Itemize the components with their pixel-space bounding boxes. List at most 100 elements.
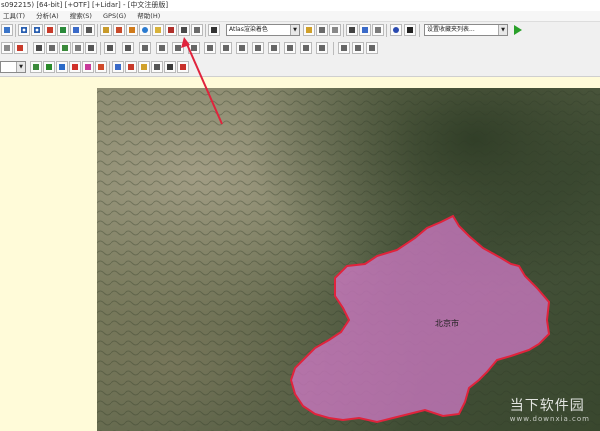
- tool-button-1[interactable]: [1, 42, 13, 54]
- tool-button-14[interactable]: [204, 42, 216, 54]
- feature-button-6[interactable]: [95, 61, 107, 73]
- menu-help[interactable]: 帮助(H): [137, 12, 160, 20]
- feature-button-2[interactable]: [43, 61, 55, 73]
- text-button[interactable]: [346, 24, 358, 36]
- north-button[interactable]: [404, 24, 416, 36]
- tool-button-13[interactable]: [188, 42, 200, 54]
- tool-button-4[interactable]: [46, 42, 58, 54]
- satellite-map-canvas[interactable]: 北京市: [97, 88, 600, 431]
- crosshair-button[interactable]: [390, 24, 402, 36]
- warning-icon: [141, 64, 147, 70]
- tool-button-2[interactable]: [14, 42, 28, 54]
- tool-button-10[interactable]: [139, 42, 151, 54]
- control-center-panel: [0, 77, 97, 431]
- scale-icon: [223, 45, 229, 51]
- feature-button-3[interactable]: [56, 61, 68, 73]
- feature-type-select[interactable]: ▼: [0, 61, 26, 73]
- menu-tools[interactable]: 工具(T): [3, 12, 25, 20]
- tool-button-22[interactable]: [338, 42, 350, 54]
- imagery-settings-button[interactable]: [316, 24, 328, 36]
- edit-button[interactable]: [178, 24, 190, 36]
- flag-icon: [59, 64, 65, 70]
- lines-icon: [167, 64, 173, 70]
- pin-icon: [98, 64, 104, 70]
- feature-button-12[interactable]: [177, 61, 189, 73]
- feature-button-7[interactable]: [112, 61, 124, 73]
- tool-button-20[interactable]: [300, 42, 312, 54]
- copy-icon: [375, 27, 381, 33]
- home-button[interactable]: [44, 24, 56, 36]
- line-icon: [36, 45, 42, 51]
- tool-button-19[interactable]: [284, 42, 296, 54]
- globe-button[interactable]: [139, 24, 151, 36]
- feature-button-9[interactable]: [138, 61, 150, 73]
- tool-button-16[interactable]: [236, 42, 248, 54]
- grid-icon: [332, 27, 338, 33]
- imagery-grid-button[interactable]: [329, 24, 341, 36]
- home-icon: [47, 27, 53, 33]
- menu-analysis[interactable]: 分析(A): [36, 12, 59, 20]
- shape-icon: [4, 45, 10, 51]
- settings-icon: [319, 27, 325, 33]
- ruler-icon: [129, 27, 135, 33]
- feature-button-5[interactable]: [82, 61, 94, 73]
- lock-icon: [33, 64, 39, 70]
- menu-bar: 工具(T) 分析(A) 搜索(S) GPS(G) 帮助(H): [0, 11, 600, 22]
- tool-button-15[interactable]: [220, 42, 232, 54]
- rotate-icon: [207, 45, 213, 51]
- tool-button-6[interactable]: [72, 42, 84, 54]
- draw-area-button[interactable]: [113, 24, 125, 36]
- tool-button-5[interactable]: [59, 42, 71, 54]
- measure-button[interactable]: [126, 24, 138, 36]
- tool-button-3[interactable]: [33, 42, 45, 54]
- imagery-source-select[interactable]: Atlas渲染着色 ▼: [226, 24, 300, 36]
- tool-button-18[interactable]: [268, 42, 280, 54]
- globe-icon: [142, 27, 148, 33]
- tool-button-11[interactable]: [156, 42, 168, 54]
- tool-button-24[interactable]: [366, 42, 378, 54]
- path-button[interactable]: [359, 24, 371, 36]
- export-button[interactable]: [165, 24, 177, 36]
- zoom-in-button[interactable]: [18, 24, 30, 36]
- tool-button-23[interactable]: [352, 42, 364, 54]
- feature-button-8[interactable]: [125, 61, 137, 73]
- marker-icon: [85, 64, 91, 70]
- imagery-options-button[interactable]: [303, 24, 315, 36]
- feature-button-4[interactable]: [69, 61, 81, 73]
- feature-button-10[interactable]: [151, 61, 163, 73]
- grid-button[interactable]: [83, 24, 95, 36]
- cut-icon: [287, 45, 293, 51]
- favorites-select[interactable]: 设置收藏夹列表... ▼: [424, 24, 508, 36]
- copy-button[interactable]: [372, 24, 384, 36]
- tool-button-7[interactable]: [85, 42, 97, 54]
- binoculars-icon: [211, 27, 217, 33]
- tool-button-9[interactable]: [122, 42, 134, 54]
- refresh-button[interactable]: [70, 24, 82, 36]
- palette-icon: [306, 27, 312, 33]
- map-view[interactable]: 北京市 当下软件园 www.downxia.com: [97, 88, 600, 431]
- folder-button[interactable]: [152, 24, 164, 36]
- back-arrow-icon: [60, 27, 66, 33]
- feature-button-1[interactable]: [30, 61, 42, 73]
- grid-icon: [86, 27, 92, 33]
- join-icon: [271, 45, 277, 51]
- feature-button-11[interactable]: [164, 61, 176, 73]
- filter-button[interactable]: [191, 24, 203, 36]
- zoom-out-button[interactable]: [31, 24, 43, 36]
- menu-gps[interactable]: GPS(G): [103, 12, 126, 20]
- tool-button-12[interactable]: [172, 42, 184, 54]
- pencil-icon: [107, 45, 113, 51]
- raster-icon: [180, 64, 186, 70]
- tool-button-8[interactable]: [104, 42, 116, 54]
- go-play-icon[interactable]: [514, 25, 522, 35]
- menu-search[interactable]: 搜索(S): [70, 12, 92, 20]
- draw-line-button[interactable]: [100, 24, 112, 36]
- measure-icon: [75, 45, 81, 51]
- back-button[interactable]: [57, 24, 69, 36]
- favorites-value: 设置收藏夹列表...: [427, 26, 475, 33]
- tool-button-17[interactable]: [252, 42, 264, 54]
- tool-button-21[interactable]: [316, 42, 328, 54]
- binoculars-button[interactable]: [208, 24, 220, 36]
- layer-button[interactable]: [1, 24, 13, 36]
- select-icon: [88, 45, 94, 51]
